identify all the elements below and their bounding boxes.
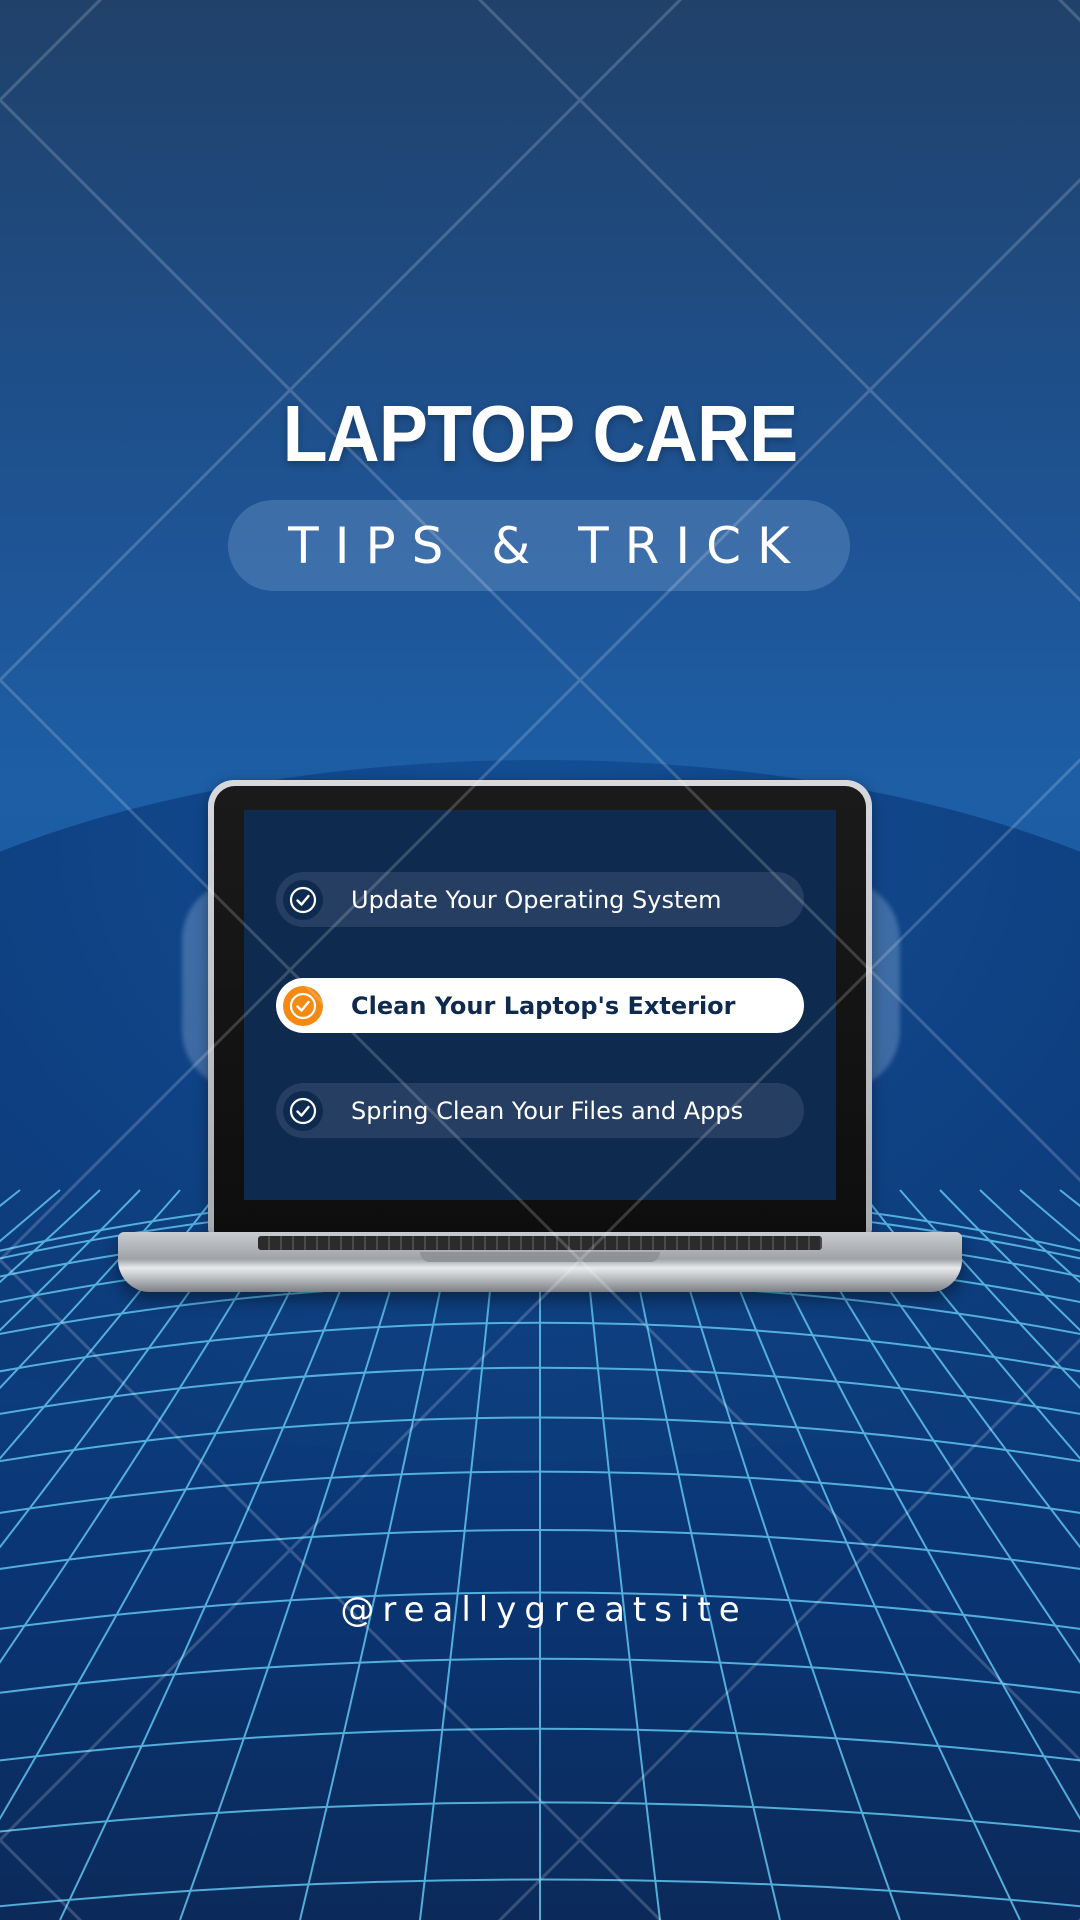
check-circle-icon: [283, 1090, 323, 1131]
laptop-trackpad-notch: [420, 1252, 660, 1262]
tip-item-spring-clean: Spring Clean Your Files and Apps: [276, 1083, 804, 1138]
check-circle-icon: [283, 985, 323, 1026]
tip-item-clean-exterior: Clean Your Laptop's Exterior: [276, 978, 804, 1033]
tip-label: Update Your Operating System: [351, 885, 722, 914]
laptop-keyboard: [258, 1236, 822, 1250]
subtitle-pill: TIPS & TRICK: [228, 500, 850, 591]
page-title: LAPTOP CARE: [282, 389, 799, 478]
check-circle-icon: [283, 879, 323, 920]
tip-label: Spring Clean Your Files and Apps: [351, 1096, 744, 1125]
tip-item-update-os: Update Your Operating System: [276, 872, 804, 927]
poster: LAPTOP CARE TIPS & TRICK Update Your Ope…: [0, 0, 1080, 1920]
social-handle: @reallygreatsite: [340, 1590, 748, 1630]
tip-label: Clean Your Laptop's Exterior: [351, 991, 736, 1020]
subtitle: TIPS & TRICK: [288, 516, 806, 575]
